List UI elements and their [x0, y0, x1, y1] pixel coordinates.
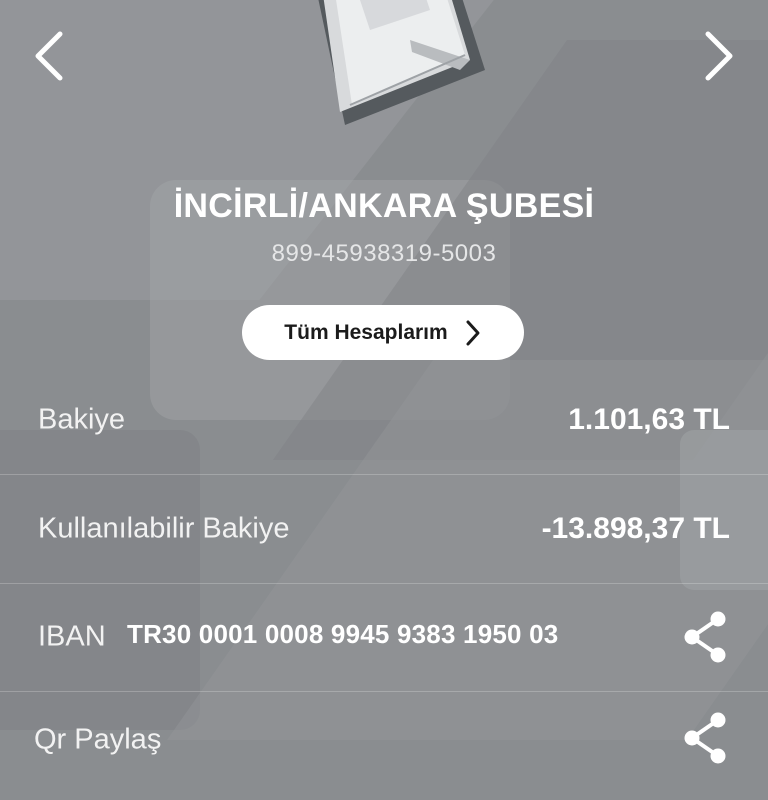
available-balance-row: Kullanılabilir Bakiye -13.898,37 TL — [0, 475, 768, 584]
qr-share-label: Qr Paylaş — [34, 723, 162, 756]
next-account-button[interactable] — [698, 28, 738, 84]
share-icon — [684, 712, 726, 764]
all-accounts-label: Tüm Hesaplarım — [284, 320, 448, 344]
iban-label: IBAN — [38, 620, 106, 653]
balance-value: 1.101,63 TL — [568, 403, 730, 436]
available-balance-label: Kullanılabilir Bakiye — [38, 512, 290, 545]
chevron-right-icon — [705, 31, 733, 81]
chevron-right-icon — [466, 320, 480, 345]
branch-name: İNCİRLİ/ANKARA ŞUBESİ — [173, 187, 595, 225]
share-icon — [684, 611, 726, 663]
available-balance-value: -13.898,37 TL — [541, 512, 730, 545]
account-number: 899-45938319-5003 — [271, 240, 497, 267]
passbook-image — [300, 0, 490, 125]
all-accounts-button[interactable]: Tüm Hesaplarım — [242, 305, 524, 360]
chevron-left-icon — [35, 31, 63, 81]
balance-label: Bakiye — [38, 403, 126, 436]
iban-row: IBAN TR30 0001 0008 9945 9383 1950 03 — [0, 583, 768, 692]
share-qr-button[interactable] — [680, 710, 730, 766]
balance-row: Bakiye 1.101,63 TL — [0, 366, 768, 475]
share-iban-button[interactable] — [680, 609, 730, 665]
iban-value: TR30 0001 0008 9945 9383 1950 03 — [127, 619, 559, 650]
qr-share-row[interactable]: Qr Paylaş — [0, 692, 768, 800]
previous-account-button[interactable] — [30, 28, 70, 84]
